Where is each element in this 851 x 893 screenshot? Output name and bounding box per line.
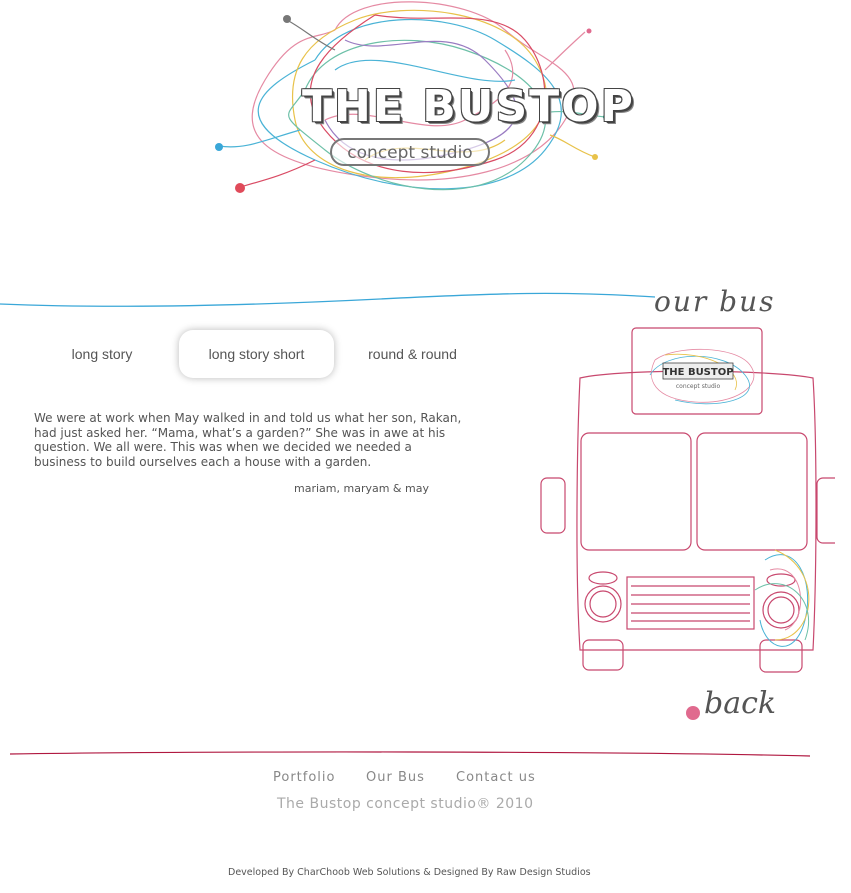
wavy-divider: [0, 292, 656, 307]
developer-credit: Developed By CharChoob Web Solutions & D…: [228, 867, 591, 878]
mini-logo-subtitle: concept studio: [676, 383, 721, 390]
tab-round-and-round[interactable]: round & round: [345, 330, 480, 378]
footer-link-portfolio[interactable]: Portfolio: [273, 768, 345, 788]
copyright: The Bustop concept studio® 2010: [277, 796, 534, 812]
tab-long-story-short[interactable]: long story short: [179, 330, 334, 378]
logo-subtitle: concept studio: [330, 138, 490, 166]
mini-logo-title: THE BUSTOP: [662, 367, 733, 378]
story-signature: mariam, maryam & may: [294, 482, 429, 495]
tab-long-story[interactable]: long story: [40, 330, 164, 378]
back-link[interactable]: back: [704, 684, 784, 724]
footer-link-our-bus[interactable]: Our Bus: [366, 768, 438, 788]
our-bus-heading: our bus: [654, 285, 776, 318]
back-dot-icon[interactable]: [686, 706, 700, 720]
story-text: We were at work when May walked in and t…: [34, 411, 462, 469]
footer-divider: [10, 751, 810, 757]
bus-illustration: THE BUSTOP concept studio: [540, 327, 835, 673]
footer-link-contact[interactable]: Contact us: [456, 768, 556, 788]
logo-title: THE BUSTOP: [302, 81, 635, 132]
